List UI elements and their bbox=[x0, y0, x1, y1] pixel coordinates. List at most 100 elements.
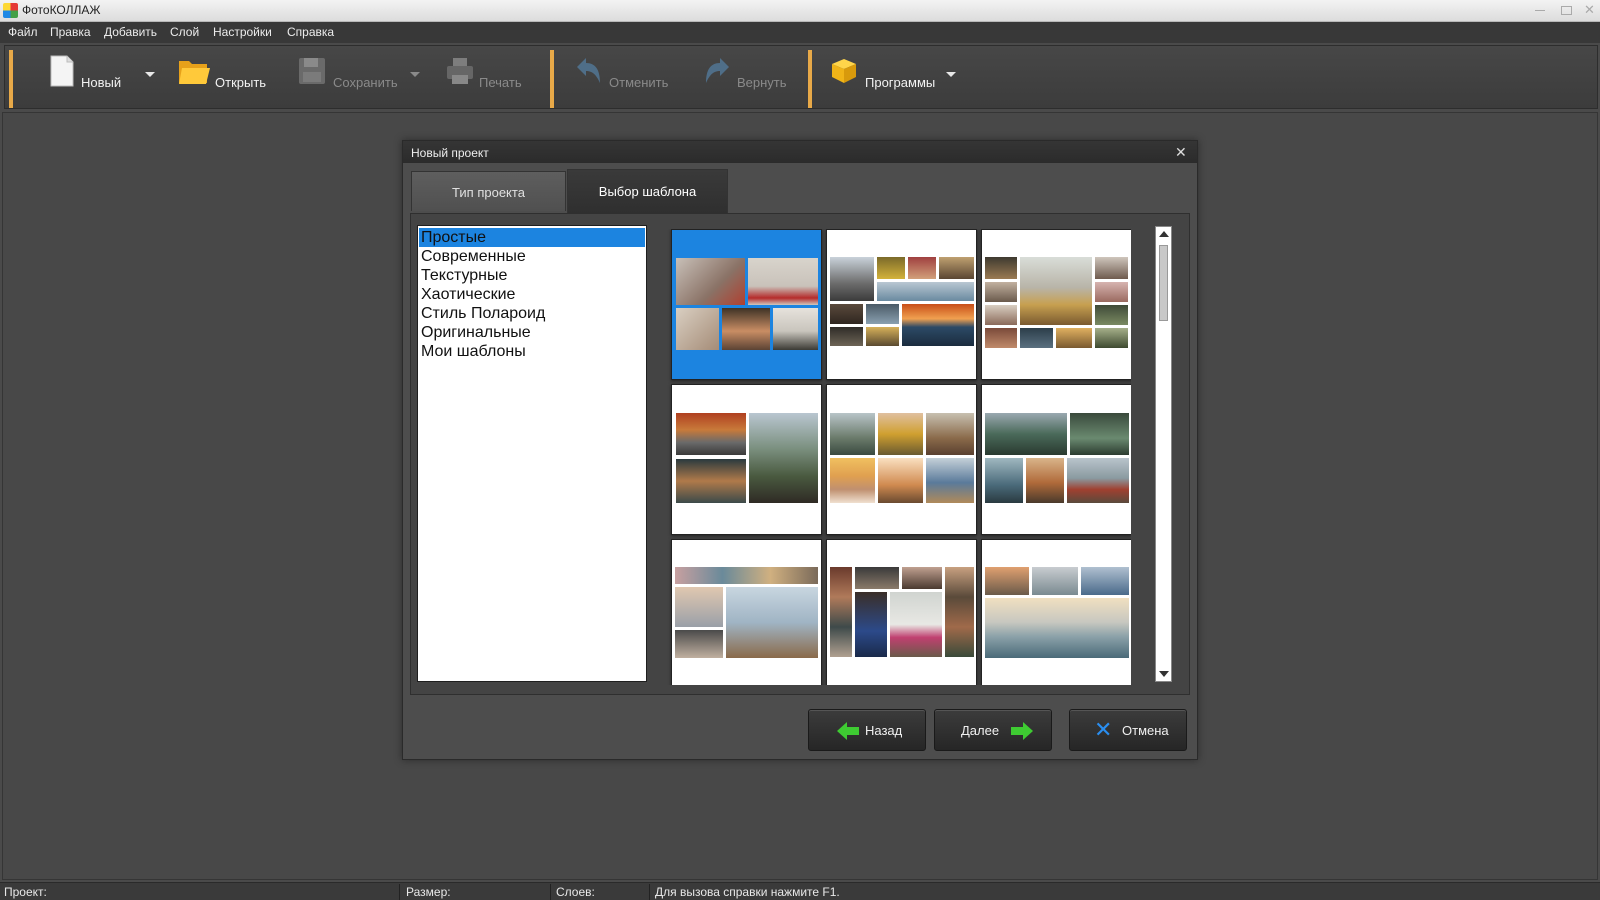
status-size: Размер: bbox=[402, 884, 551, 900]
photo-placeholder bbox=[985, 305, 1017, 325]
cancel-button[interactable]: ✕ Отмена bbox=[1069, 709, 1187, 751]
back-button[interactable]: Назад bbox=[808, 709, 926, 751]
undo-button[interactable]: Отменить bbox=[573, 52, 673, 102]
photo-placeholder bbox=[675, 587, 723, 627]
next-button[interactable]: Далее bbox=[934, 709, 1052, 751]
list-item[interactable]: Оригинальные bbox=[419, 323, 645, 342]
photo-placeholder bbox=[748, 258, 818, 305]
close-window-icon[interactable]: ✕ bbox=[1584, 3, 1596, 16]
photo-placeholder bbox=[939, 257, 974, 279]
photo-placeholder bbox=[908, 257, 936, 279]
list-item[interactable]: Стиль Полароид bbox=[419, 304, 645, 323]
open-label: Открыть bbox=[215, 75, 267, 90]
photo-placeholder bbox=[985, 567, 1029, 595]
redo-button[interactable]: Вернуть bbox=[703, 52, 803, 102]
list-item[interactable]: Мои шаблоны bbox=[419, 342, 645, 361]
title-bar: ФотоКОЛЛАЖ ✕ bbox=[0, 0, 1600, 22]
template-thumbnail[interactable] bbox=[981, 539, 1131, 685]
photo-placeholder bbox=[855, 592, 887, 657]
save-label: Сохранить bbox=[333, 75, 398, 90]
template-thumbnail[interactable] bbox=[671, 229, 822, 380]
tab-template-choice[interactable]: Выбор шаблона bbox=[567, 169, 728, 213]
photo-placeholder bbox=[926, 458, 974, 503]
photo-placeholder bbox=[722, 308, 770, 350]
category-list[interactable]: Простые Современные Текстурные Хаотическ… bbox=[417, 225, 647, 682]
new-document-icon bbox=[47, 55, 77, 87]
cancel-label: Отмена bbox=[1122, 723, 1169, 738]
template-thumbnail[interactable] bbox=[671, 384, 822, 535]
folder-icon bbox=[177, 55, 211, 87]
list-item[interactable]: Текстурные bbox=[419, 266, 645, 285]
photo-placeholder bbox=[676, 258, 745, 305]
menu-help[interactable]: Справка bbox=[287, 25, 334, 39]
programs-button[interactable]: Программы bbox=[827, 52, 947, 102]
toolbar-separator bbox=[550, 50, 554, 108]
programs-dropdown-icon[interactable] bbox=[946, 72, 956, 77]
photo-placeholder bbox=[1020, 257, 1092, 325]
photo-placeholder bbox=[866, 304, 899, 324]
cancel-x-icon: ✕ bbox=[1094, 717, 1113, 742]
photo-placeholder bbox=[1081, 567, 1129, 595]
thumbnails-scrollbar[interactable] bbox=[1155, 226, 1172, 682]
save-button[interactable]: Сохранить bbox=[295, 52, 405, 102]
menu-edit[interactable]: Правка bbox=[50, 25, 91, 39]
photo-placeholder bbox=[1056, 328, 1092, 348]
photo-placeholder bbox=[830, 304, 863, 324]
print-button[interactable]: Печать bbox=[445, 52, 535, 102]
photo-placeholder bbox=[830, 567, 852, 657]
app-logo-icon bbox=[3, 3, 18, 18]
photo-placeholder bbox=[890, 592, 942, 657]
dialog-close-icon[interactable]: ✕ bbox=[1175, 144, 1187, 161]
list-item[interactable]: Современные bbox=[419, 247, 645, 266]
undo-label: Отменить bbox=[609, 75, 669, 90]
photo-placeholder bbox=[1026, 458, 1064, 503]
photo-placeholder bbox=[1067, 458, 1129, 503]
print-label: Печать bbox=[479, 75, 522, 90]
photo-placeholder bbox=[830, 257, 874, 301]
dialog-title-bar: Новый проект ✕ bbox=[403, 141, 1197, 163]
template-thumbnail[interactable] bbox=[826, 229, 977, 380]
photo-placeholder bbox=[675, 630, 723, 658]
menu-file[interactable]: Файл bbox=[8, 25, 38, 39]
menu-layer[interactable]: Слой bbox=[170, 25, 199, 39]
photo-placeholder bbox=[676, 308, 719, 350]
template-thumbnail[interactable] bbox=[981, 229, 1131, 380]
redo-arrow-icon bbox=[706, 58, 729, 83]
list-item[interactable]: Хаотические bbox=[419, 285, 645, 304]
template-thumbnail[interactable] bbox=[826, 539, 977, 685]
photo-placeholder bbox=[675, 567, 818, 584]
back-label: Назад bbox=[865, 723, 903, 738]
photo-placeholder bbox=[676, 413, 746, 455]
template-thumbnail[interactable] bbox=[671, 539, 822, 685]
toolbar-separator bbox=[9, 50, 13, 108]
photo-placeholder bbox=[877, 257, 905, 279]
new-project-dialog: Новый проект ✕ Тип проекта Выбор шаблона… bbox=[402, 140, 1198, 760]
new-dropdown-icon[interactable] bbox=[145, 72, 155, 77]
template-thumbnail[interactable] bbox=[826, 384, 977, 535]
photo-placeholder bbox=[676, 459, 746, 503]
menu-add[interactable]: Добавить bbox=[104, 25, 157, 39]
scroll-up-icon[interactable] bbox=[1159, 231, 1169, 237]
undo-arrow-icon bbox=[577, 58, 600, 83]
menu-settings[interactable]: Настройки bbox=[213, 25, 272, 39]
toolbar-separator bbox=[808, 50, 812, 108]
scroll-down-icon[interactable] bbox=[1159, 671, 1169, 677]
save-disk-icon bbox=[299, 58, 325, 84]
list-item[interactable]: Простые bbox=[419, 228, 645, 247]
next-label: Далее bbox=[961, 723, 1000, 738]
photo-placeholder bbox=[855, 567, 899, 589]
photo-placeholder bbox=[866, 327, 899, 346]
template-thumbnail[interactable] bbox=[981, 384, 1131, 535]
photo-placeholder bbox=[878, 458, 923, 503]
photo-placeholder bbox=[945, 567, 974, 657]
save-dropdown-icon[interactable] bbox=[410, 72, 420, 77]
template-thumbnails-grid bbox=[661, 229, 1131, 685]
scrollbar-thumb[interactable] bbox=[1159, 245, 1168, 321]
window-title: ФотоКОЛЛАЖ bbox=[22, 3, 101, 17]
open-button[interactable]: Открыть bbox=[177, 52, 277, 102]
new-button[interactable]: Новый bbox=[43, 52, 123, 102]
maximize-icon[interactable] bbox=[1560, 4, 1572, 16]
photo-placeholder bbox=[830, 413, 875, 455]
minimize-icon[interactable] bbox=[1534, 4, 1546, 16]
tab-project-type[interactable]: Тип проекта bbox=[411, 171, 566, 211]
